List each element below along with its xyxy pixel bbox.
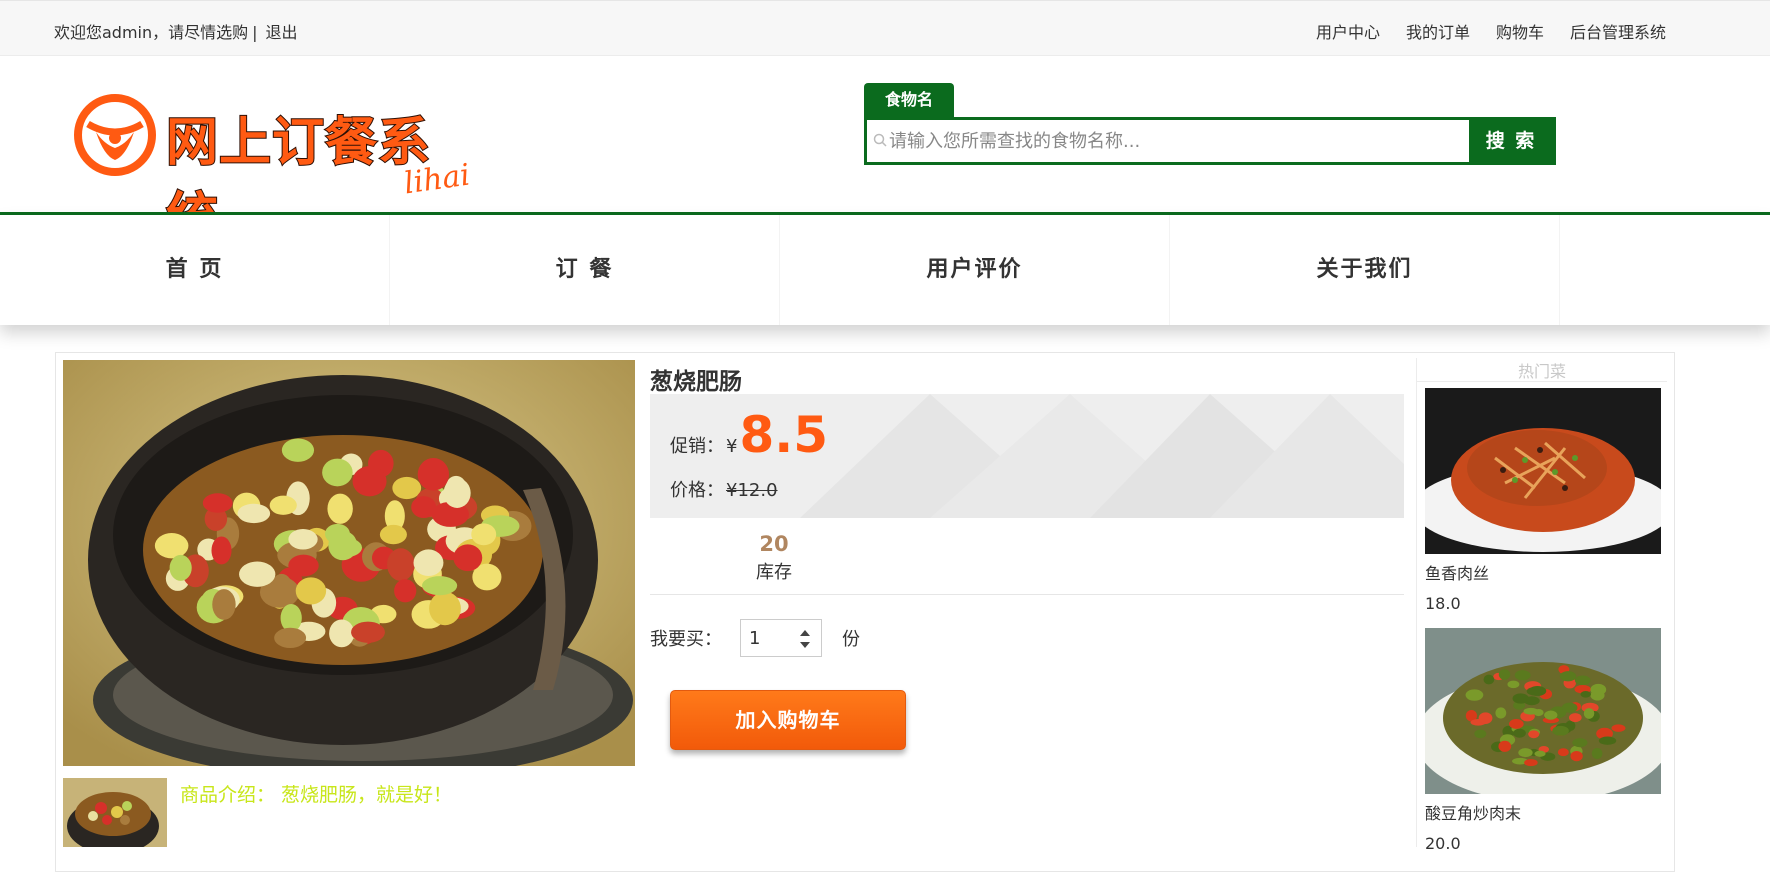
hot-dish-image[interactable]	[1425, 628, 1661, 794]
stock-block: 20 库存	[740, 532, 808, 584]
nav-home[interactable]: 首 页	[0, 215, 390, 325]
top-bar: 欢迎您admin，请尽情选购 | 退出 用户中心 我的订单 购物车 后台管理系统	[0, 0, 1770, 56]
nav-order[interactable]: 订 餐	[390, 215, 780, 325]
admin-system-link[interactable]: 后台管理系统	[1570, 19, 1666, 43]
hot-dish-name[interactable]: 鱼香肉丝	[1425, 560, 1661, 584]
nav-reviews[interactable]: 用户评价	[780, 215, 1170, 325]
original-price-value: 12.0	[737, 480, 778, 501]
logo-mark-icon	[74, 94, 156, 176]
hot-dish-item[interactable]: 酸豆角炒肉末 20.0	[1425, 628, 1661, 853]
cart-link[interactable]: 购物车	[1496, 19, 1544, 43]
product-description: 商品介绍： 葱烧肥肠，就是好！	[180, 784, 453, 806]
stock-count: 20	[759, 532, 789, 556]
price-label: 价格：	[670, 480, 724, 501]
hot-dishes-sidebar: 热门菜 鱼香肉丝 18.0 酸豆角炒肉末 20.0	[1416, 358, 1667, 853]
quantity-stepper[interactable]	[740, 619, 822, 657]
price-panel: 促销： ¥8.5 价格： ¥12.0	[650, 394, 1404, 518]
original-currency: ¥	[726, 480, 738, 501]
quantity-input[interactable]	[749, 626, 793, 650]
hot-dish-item[interactable]: 鱼香肉丝 18.0	[1425, 388, 1661, 613]
quantity-unit: 份	[842, 629, 860, 650]
promo-price: 8.5	[739, 406, 829, 464]
hot-dish-price: 18.0	[1425, 594, 1461, 613]
header: 网上订餐系统 lihai 食物名 搜 索	[0, 56, 1770, 249]
logo[interactable]: 网上订餐系统 lihai	[74, 92, 474, 249]
welcome-text: 欢迎您admin，请尽情选购	[54, 23, 249, 42]
buy-label: 我要买：	[650, 629, 722, 650]
stock-label: 库存	[756, 562, 792, 583]
search-bar: 搜 索	[864, 117, 1556, 165]
welcome-area: 欢迎您admin，请尽情选购 | 退出	[54, 19, 298, 43]
hot-dish-price: 20.0	[1425, 834, 1461, 853]
topbar-separator: |	[252, 23, 258, 42]
top-links: 用户中心 我的订单 购物车 后台管理系统	[1316, 19, 1666, 43]
original-price-row: 价格： ¥12.0	[670, 476, 778, 502]
hot-dish-name[interactable]: 酸豆角炒肉末	[1425, 800, 1661, 824]
hot-dish-image[interactable]	[1425, 388, 1661, 554]
original-price: ¥12.0	[726, 480, 778, 501]
search-icon	[873, 133, 887, 147]
nav-about[interactable]: 关于我们	[1170, 215, 1560, 325]
user-center-link[interactable]: 用户中心	[1316, 19, 1380, 43]
promo-label: 促销：	[670, 436, 724, 457]
promo-currency: ¥	[726, 436, 738, 457]
search-tab-food-name[interactable]: 食物名	[864, 83, 954, 117]
main-nav: 首 页 订 餐 用户评价 关于我们	[0, 215, 1770, 325]
search-button[interactable]: 搜 索	[1469, 120, 1553, 162]
product-name: 葱烧肥肠	[650, 369, 742, 395]
hot-dishes-title: 热门菜	[1417, 358, 1667, 382]
add-to-cart-button[interactable]: 加入购物车	[670, 690, 906, 750]
info-divider	[650, 594, 1404, 595]
spinner-arrows-icon[interactable]	[797, 628, 813, 650]
promo-row: 促销： ¥8.5	[670, 406, 828, 464]
my-orders-link[interactable]: 我的订单	[1406, 19, 1470, 43]
logout-link[interactable]: 退出	[266, 23, 298, 42]
search-input[interactable]	[889, 120, 1469, 162]
product-thumbnail[interactable]	[63, 778, 167, 847]
product-main-image	[63, 360, 635, 766]
